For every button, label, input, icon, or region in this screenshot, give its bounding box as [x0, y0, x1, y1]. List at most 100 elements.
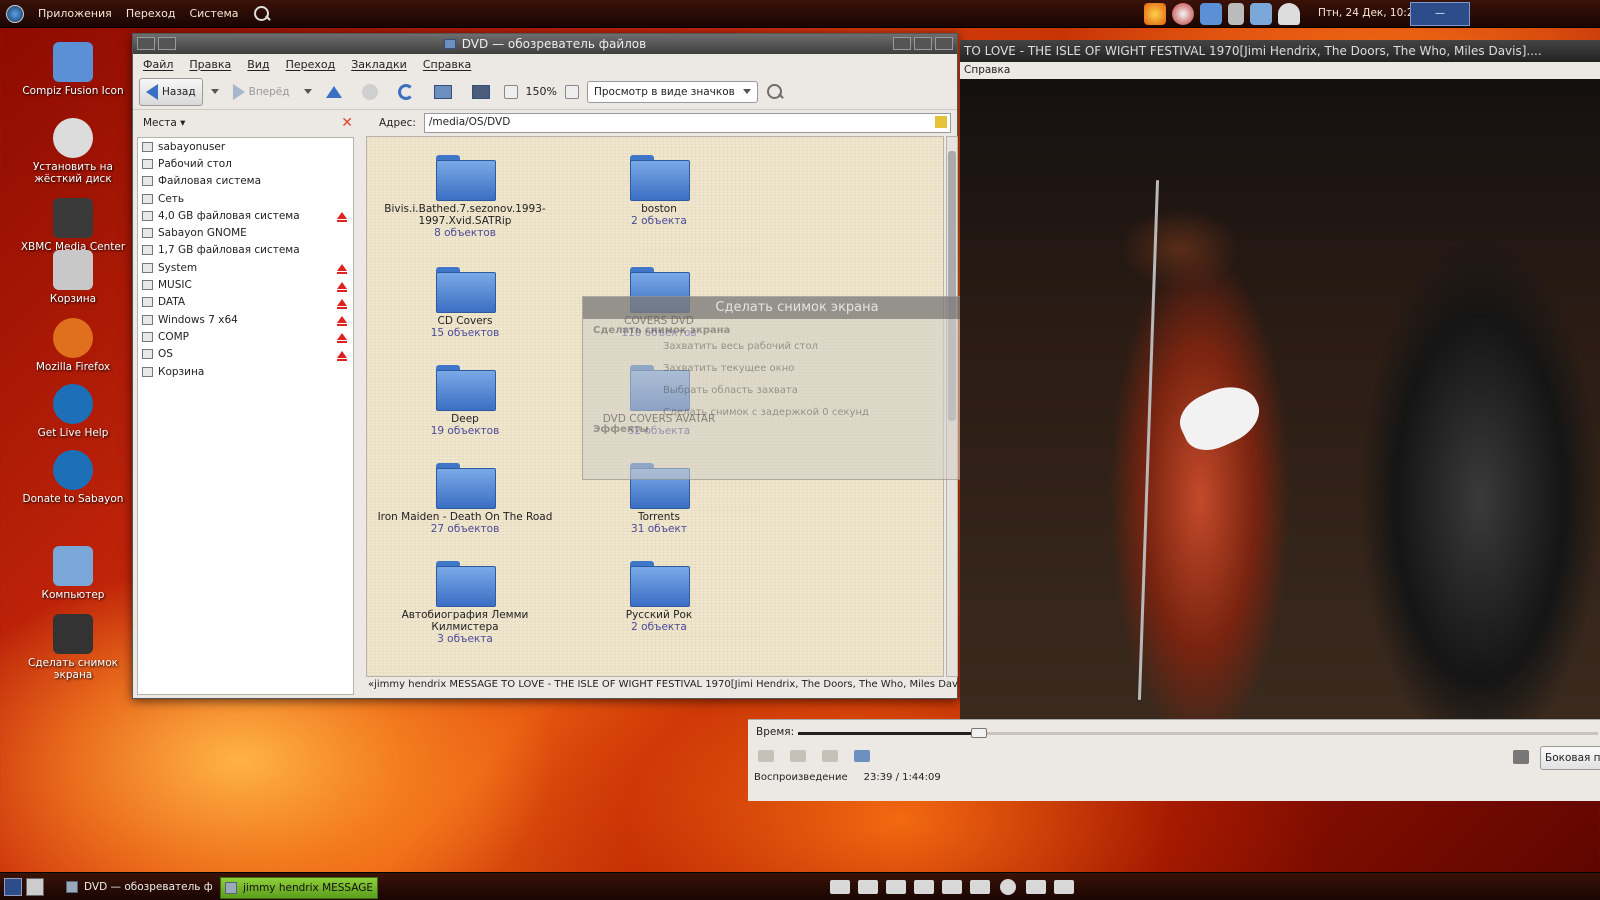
sabayon-logo-icon[interactable]: [6, 4, 24, 23]
sidebar-place-item[interactable]: 1,7 GB файловая система: [138, 242, 353, 259]
search-icon[interactable]: [766, 83, 784, 101]
menu-system[interactable]: Система: [189, 7, 238, 20]
folder-item[interactable]: Iron Maiden - Death On The Road 27 объект…: [375, 463, 555, 535]
sidebar-place-item[interactable]: OS: [138, 346, 353, 363]
edit-location-icon[interactable]: [935, 116, 947, 128]
workspace-2[interactable]: [858, 880, 878, 894]
places-dropdown[interactable]: Места ▾: [143, 117, 185, 129]
folder-item[interactable]: Автобиография Лемми Килмистера 3 объекта: [375, 561, 555, 645]
eject-icon[interactable]: [337, 333, 347, 344]
volume-icon[interactable]: [1513, 750, 1529, 764]
folder-item[interactable]: Bivis.i.Bathed.7.sezonov.1993-1997.Xvid.…: [375, 155, 555, 239]
forward-history-dropdown-icon[interactable]: [303, 89, 312, 94]
seek-bar[interactable]: [798, 728, 1598, 738]
desktop-icon-item[interactable]: Mozilla Firefox: [13, 318, 133, 373]
volume-icon[interactable]: [1228, 3, 1244, 25]
zoom-in-icon[interactable]: [564, 84, 579, 99]
sidebar-toggle-button[interactable]: Боковая панель: [1540, 746, 1600, 770]
desktop-icon-item[interactable]: Установить на жёсткий диск: [13, 118, 133, 185]
forward-button[interactable]: Вперёд: [227, 78, 296, 106]
zoom-out-icon[interactable]: [503, 84, 518, 99]
folder-item[interactable]: Русский Рок 2 объекта: [569, 561, 749, 633]
menu-applications[interactable]: Приложения: [38, 7, 112, 20]
fm-titlebar[interactable]: DVD — обозреватель файлов: [133, 34, 957, 54]
sidebar-place-item[interactable]: 4,0 GB файловая система: [138, 207, 353, 224]
sidebar-place-item[interactable]: Файловая система: [138, 173, 353, 190]
workspace-5[interactable]: [942, 880, 962, 894]
eject-icon[interactable]: [337, 316, 347, 327]
menu-bookmarks[interactable]: Закладки: [351, 58, 407, 71]
workspace-4[interactable]: [914, 880, 934, 894]
eject-icon[interactable]: [337, 298, 347, 309]
video-frame[interactable]: [960, 79, 1600, 719]
eject-icon[interactable]: [337, 212, 347, 223]
desktop-icon-item[interactable]: XBMC Media Center: [13, 198, 133, 253]
workspace-8[interactable]: [1054, 880, 1074, 894]
back-history-dropdown-icon[interactable]: [210, 89, 219, 94]
view-mode-select[interactable]: Просмотр в виде значков: [586, 80, 758, 103]
up-button[interactable]: [320, 78, 348, 106]
compiz-tray-icon[interactable]: [1200, 3, 1222, 25]
folder-item[interactable]: boston 2 объекта: [569, 155, 749, 227]
delay-input[interactable]: 0: [822, 407, 828, 418]
desktop-icon-item[interactable]: Сделать снимок экрана: [13, 614, 133, 681]
menu-help[interactable]: Справка: [964, 64, 1010, 76]
sidebar-place-item[interactable]: Рабочий стол: [138, 155, 353, 172]
user-icon[interactable]: [1278, 3, 1300, 25]
menu-view[interactable]: Вид: [247, 58, 269, 71]
eject-icon[interactable]: [337, 281, 347, 292]
taskbar-item-video-player[interactable]: jimmy hendrix MESSAGE ...: [220, 877, 378, 899]
network-icon[interactable]: [1250, 3, 1272, 25]
sidebar-place-item[interactable]: sabayonuser: [138, 138, 353, 155]
screenshot-dialog-title[interactable]: Сделать снимок экрана: [583, 297, 1011, 319]
close-sidebar-icon[interactable]: ✕: [341, 115, 353, 131]
video-player-titlebar[interactable]: TO LOVE - THE ISLE OF WIGHT FESTIVAL 197…: [960, 40, 1600, 62]
close-button[interactable]: [935, 37, 953, 50]
home-button[interactable]: [428, 78, 458, 106]
desktop-icon-item[interactable]: Donate to Sabayon: [13, 450, 133, 505]
clock[interactable]: Птн, 24 Дек, 10:23: [1318, 7, 1420, 19]
sidebar-place-item[interactable]: Сеть: [138, 190, 353, 207]
desktop-icon-item[interactable]: Компьютер: [13, 546, 133, 601]
back-button[interactable]: Назад: [139, 77, 203, 106]
option-whole-desktop[interactable]: Захватить весь рабочий стол: [593, 336, 1001, 358]
update-icon[interactable]: [1172, 3, 1194, 25]
sidebar-place-item[interactable]: MUSIC: [138, 276, 353, 293]
dvd-disc-icon[interactable]: [1000, 879, 1016, 895]
option-select-area[interactable]: Выбрать область захвата: [593, 380, 1001, 402]
stop-button[interactable]: [356, 78, 384, 106]
desktop-icon-item[interactable]: Корзина: [13, 250, 133, 305]
menu-places[interactable]: Переход: [126, 7, 176, 20]
sidebar-place-item[interactable]: DATA: [138, 294, 353, 311]
sidebar-place-item[interactable]: System: [138, 259, 353, 276]
desktop-icon-item[interactable]: Get Live Help: [13, 384, 133, 439]
workspace-7[interactable]: [1026, 880, 1046, 894]
zoom-level[interactable]: 150%: [526, 85, 557, 98]
folder-item[interactable]: Deep 19 объектов: [375, 365, 555, 437]
reload-button[interactable]: [392, 78, 420, 106]
weather-icon[interactable]: [1144, 3, 1166, 25]
previous-icon[interactable]: [758, 750, 774, 762]
next-icon[interactable]: [822, 750, 838, 762]
taskbar-item-file-manager[interactable]: DVD — обозреватель фа...: [62, 877, 212, 899]
sidebar-place-item[interactable]: Корзина: [138, 363, 353, 380]
seek-handle[interactable]: [970, 728, 987, 738]
workspace-1[interactable]: [830, 880, 850, 894]
sidebar-place-item[interactable]: Windows 7 x64: [138, 311, 353, 328]
desktop-icon[interactable]: [26, 878, 44, 896]
folder-item[interactable]: CD Covers 15 объектов: [375, 267, 555, 339]
menu-help[interactable]: Справка: [423, 58, 471, 71]
workspace-6[interactable]: [970, 880, 990, 894]
workspace-switcher[interactable]: —: [1410, 2, 1470, 26]
show-desktop-icon[interactable]: [4, 878, 22, 896]
fullscreen-icon[interactable]: [854, 750, 870, 762]
menu-go[interactable]: Переход: [286, 58, 336, 71]
eject-icon[interactable]: [337, 350, 347, 361]
menu-edit[interactable]: Правка: [189, 58, 231, 71]
address-field[interactable]: /media/OS/DVD: [423, 113, 951, 133]
sidebar-place-item[interactable]: Sabayon GNOME: [138, 224, 353, 241]
workspace-3[interactable]: [886, 880, 906, 894]
pause-icon[interactable]: [790, 750, 806, 762]
window-menu-icon[interactable]: [158, 37, 176, 50]
maximize-button[interactable]: [914, 37, 932, 50]
